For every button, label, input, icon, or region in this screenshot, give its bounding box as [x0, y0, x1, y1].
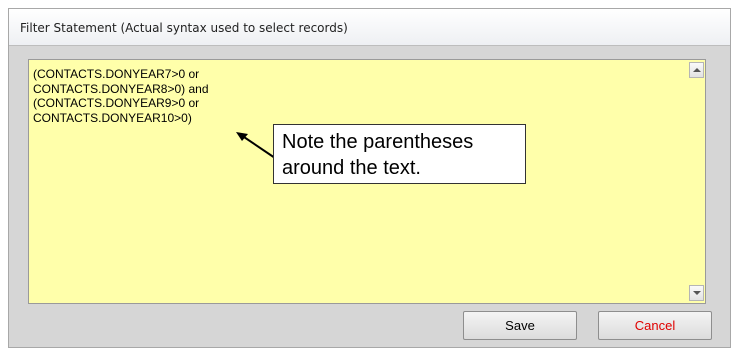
title-bar: Filter Statement (Actual syntax used to …	[9, 9, 730, 46]
save-button[interactable]: Save	[463, 311, 577, 340]
scroll-down-button[interactable]	[689, 285, 704, 301]
scroll-up-button[interactable]	[689, 62, 704, 78]
callout-line-2: around the text.	[282, 157, 421, 179]
window-title: Filter Statement (Actual syntax used to …	[20, 21, 348, 35]
arrow-icon	[236, 132, 276, 159]
filter-statement-text[interactable]: (CONTACTS.DONYEAR7>0 or CONTACTS.DONYEAR…	[33, 67, 333, 125]
annotation-callout: Note the parentheses around the text.	[273, 124, 526, 184]
scroll-up-arrow-icon	[692, 68, 701, 72]
cancel-button[interactable]: Cancel	[598, 311, 712, 340]
vertical-scrollbar[interactable]	[688, 60, 705, 303]
scroll-down-arrow-icon	[692, 291, 701, 295]
callout-line-1: Note the parentheses	[282, 131, 474, 153]
